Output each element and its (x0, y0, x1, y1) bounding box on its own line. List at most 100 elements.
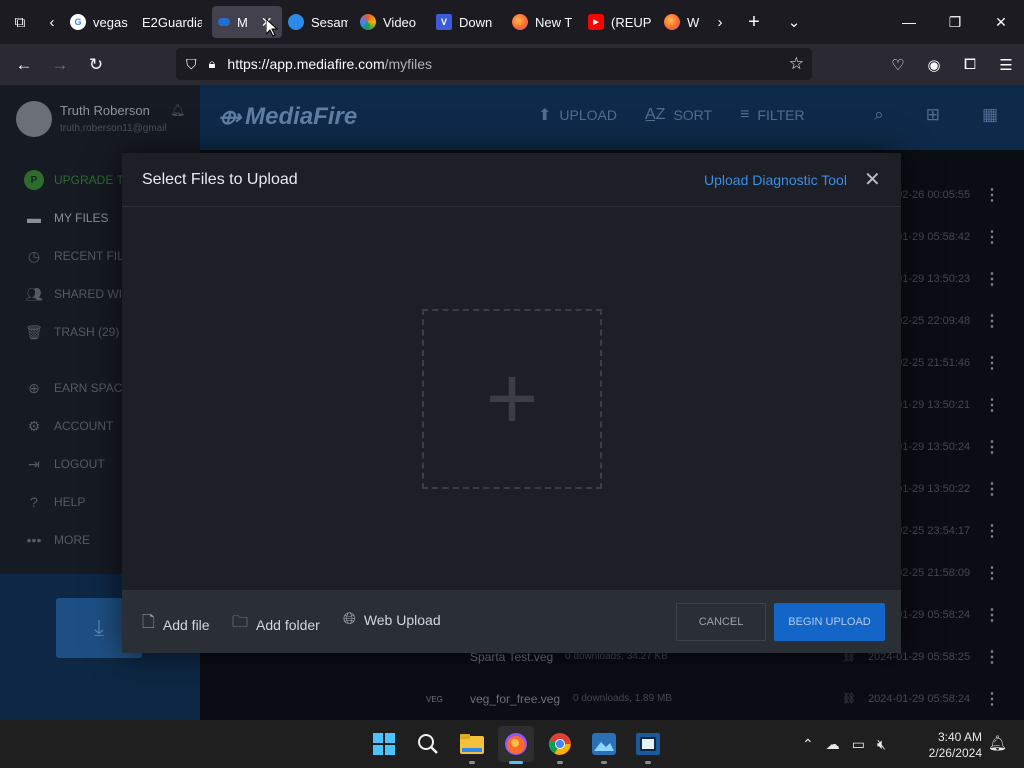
menu-icon[interactable]: ☰ (988, 44, 1024, 85)
drop-zone[interactable]: + (422, 309, 602, 489)
tab-youtube[interactable]: ▶ (REUP (582, 6, 658, 38)
more-vert-icon[interactable]: ⋮ (984, 563, 1000, 583)
bookmark-star-icon[interactable]: ☆ (789, 54, 804, 74)
extensions-icon[interactable]: ⧠ (952, 44, 988, 85)
window-controls: — ❐ ✕ (886, 0, 1024, 44)
more-vert-icon[interactable]: ⋮ (984, 437, 1000, 457)
more-vert-icon[interactable]: ⋮ (984, 521, 1000, 541)
minimize-icon[interactable]: — (886, 0, 932, 44)
mediafire-logo[interactable]: ⟴ MediaFire (218, 103, 357, 131)
photos-icon (360, 14, 376, 30)
url-bar[interactable]: ⛉ 🔒︎ https://app.mediafire.com/myfiles ☆ (176, 48, 812, 80)
lock-icon[interactable]: 🔒︎ (209, 56, 216, 72)
restore-icon[interactable]: ❐ (932, 0, 978, 44)
more-vert-icon[interactable]: ⋮ (984, 395, 1000, 415)
network-icon[interactable]: ▭ (852, 736, 865, 753)
bell-icon[interactable]: 🔔︎ (170, 103, 185, 117)
file-name[interactable]: veg_for_free.veg (470, 692, 560, 706)
more-vert-icon[interactable]: ⋮ (984, 269, 1000, 289)
reload-icon[interactable]: ↻ (78, 44, 114, 85)
sidebar-item-label: TRASH (29) (54, 325, 120, 339)
more-vert-icon[interactable]: ⋮ (984, 353, 1000, 373)
web-upload-button[interactable]: 🌐︎ Web Upload (343, 611, 441, 629)
user-profile[interactable]: Truth Roberson truth.roberson11@gmail 🔔︎ (16, 101, 192, 141)
film-editor-icon (636, 733, 660, 755)
tab-label: New T (535, 14, 573, 30)
file-type-badge: VEG (426, 695, 443, 704)
tab-overflow-chevron-icon[interactable]: ⌄ (774, 0, 814, 44)
running-indicator (557, 761, 563, 764)
tab-download[interactable]: V Down (430, 6, 506, 38)
more-vert-icon[interactable]: ⋮ (984, 227, 1000, 247)
dialog-header: Select Files to Upload Upload Diagnostic… (122, 153, 901, 207)
upload-diagnostic-link[interactable]: Upload Diagnostic Tool (704, 172, 847, 188)
sort-button[interactable]: A̲Z SORT (645, 106, 712, 124)
more-vert-icon[interactable]: ⋮ (984, 689, 1000, 709)
tab-list-icon[interactable]: ⧉ (0, 0, 40, 44)
header-actions: ⬆ UPLOAD A̲Z SORT ≡ FILTER (538, 105, 805, 125)
volume-muted-icon[interactable]: 🔇︎ (877, 736, 886, 753)
tab-label: E2Guardia (142, 14, 202, 30)
upload-button[interactable]: ⬆ UPLOAD (538, 105, 617, 125)
close-icon[interactable]: ✕ (864, 167, 881, 192)
clock-icon: ◷ (27, 247, 41, 264)
globe-icon: 🌐︎ (343, 611, 356, 628)
people-icon: 👥︎ (25, 285, 43, 302)
tab-video[interactable]: Video (354, 6, 430, 38)
shield-icon[interactable]: ⛉ (186, 56, 197, 73)
cancel-button[interactable]: CANCEL (676, 603, 766, 641)
new-folder-icon[interactable]: ⊞ (926, 105, 940, 125)
pocket-icon[interactable]: ♡ (880, 44, 916, 85)
taskbar: ⌃ ☁ ▭ 🔇︎ 3:40 AM 2/26/2024 🔔︎ (0, 720, 1024, 768)
account-icon[interactable]: ◉ (916, 44, 952, 85)
gear-icon: ⚙ (27, 417, 41, 434)
back-icon[interactable]: ← (6, 44, 42, 85)
table-row[interactable]: VEG veg_for_free.veg 0 downloads, 1.89 M… (200, 679, 1024, 720)
more-vert-icon[interactable]: ⋮ (984, 311, 1000, 331)
add-file-button[interactable]: 🗋 Add file (142, 611, 210, 638)
forward-icon[interactable]: → (42, 44, 78, 85)
sidebar-item-label: MORE (54, 533, 90, 547)
close-window-icon[interactable]: ✕ (978, 0, 1024, 44)
navigation-bar: ← → ↻ ⛉ 🔒︎ https://app.mediafire.com/myf… (0, 44, 1024, 85)
sidebar-item-label: HELP (54, 495, 86, 509)
tab-e2guardian[interactable]: E2Guardia (136, 6, 212, 38)
photos-taskbar-button[interactable] (586, 726, 622, 764)
upgrade-icon: P (24, 170, 44, 190)
trash-icon: 🗑︎ (25, 323, 43, 340)
more-vert-icon[interactable]: ⋮ (984, 185, 1000, 205)
begin-upload-button[interactable]: BEGIN UPLOAD (774, 603, 885, 641)
start-button[interactable] (366, 726, 402, 762)
clock[interactable]: 3:40 AM 2/26/2024 (920, 729, 982, 761)
firefox-icon (664, 14, 680, 30)
tab-vegas[interactable]: G vegas (64, 6, 136, 38)
scroll-tabs-left-icon[interactable]: ‹ (40, 0, 64, 44)
file-explorer-button[interactable] (454, 726, 490, 764)
onedrive-icon[interactable]: ☁ (826, 736, 840, 753)
more-vert-icon[interactable]: ⋮ (984, 479, 1000, 499)
more-vert-icon[interactable]: ⋮ (984, 647, 1000, 667)
new-tab-icon[interactable]: + (734, 0, 774, 44)
tab-sesame[interactable]: Sesam (282, 6, 354, 38)
scroll-tabs-right-icon[interactable]: › (706, 0, 734, 44)
tab-wh[interactable]: Wh (658, 6, 706, 38)
file-plus-icon: 🗋 (142, 614, 155, 631)
tab-new-tab[interactable]: New T (506, 6, 582, 38)
grid-view-icon[interactable]: ▦ (982, 105, 998, 125)
tray-chevron-up-icon[interactable]: ⌃ (802, 736, 814, 753)
filter-button[interactable]: ≡ FILTER (740, 106, 805, 124)
logo-text: MediaFire (245, 103, 358, 130)
v-icon: V (436, 14, 452, 30)
more-vert-icon[interactable]: ⋮ (984, 605, 1000, 625)
firefox-taskbar-button[interactable] (498, 726, 534, 764)
search-icon (418, 734, 438, 754)
notification-bell-icon[interactable]: 🔔︎ (988, 734, 1007, 752)
search-button[interactable] (410, 726, 446, 762)
vegas-taskbar-button[interactable] (630, 726, 666, 764)
chrome-taskbar-button[interactable] (542, 726, 578, 764)
add-folder-button[interactable]: 🗀 Add folder (232, 611, 320, 638)
link-icon[interactable]: ⛓ (842, 692, 856, 705)
sidebar-item-label: RECENT FIL (54, 249, 124, 263)
search-icon[interactable]: ⌕ (874, 105, 884, 125)
tab-label: Wh (687, 14, 700, 30)
